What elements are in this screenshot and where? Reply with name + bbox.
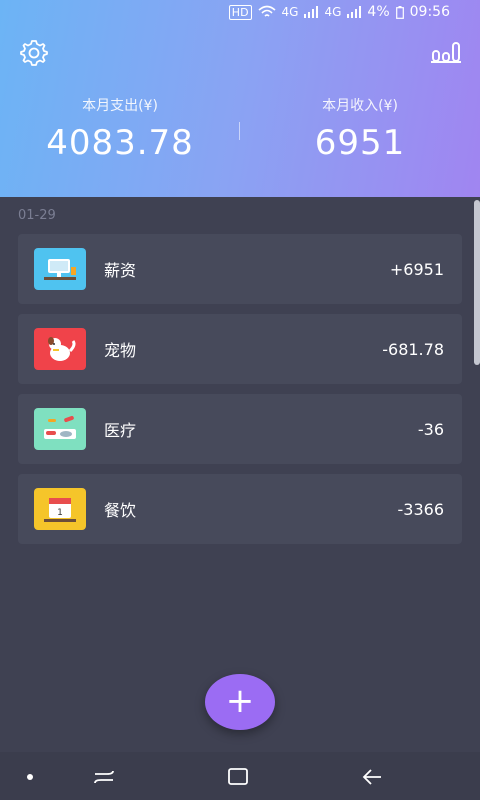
statistics-button[interactable] bbox=[430, 36, 462, 68]
item-amount: -3366 bbox=[397, 499, 445, 519]
expense-value: 4083.78 bbox=[46, 123, 194, 163]
clock: 09:56 bbox=[409, 4, 450, 20]
date-header: 01-29 bbox=[18, 208, 56, 223]
list-item[interactable]: 医疗 -36 bbox=[18, 394, 462, 464]
home-button[interactable] bbox=[226, 766, 250, 788]
home-icon bbox=[228, 768, 248, 785]
income-summary: 本月收入(¥) 6951 bbox=[240, 95, 480, 163]
status-bar: HD 4G 4G 4% 09:56 bbox=[0, 0, 480, 24]
expense-label: 本月支出(¥) bbox=[82, 98, 158, 114]
income-label: 本月收入(¥) bbox=[322, 98, 398, 114]
gear-icon bbox=[20, 40, 48, 66]
item-name: 宠物 bbox=[104, 341, 137, 360]
svg-text:1: 1 bbox=[57, 508, 63, 518]
pet-icon bbox=[34, 328, 86, 370]
transaction-list: 薪资 +6951 宠物 -681.78 医疗 -36 1 餐饮 -3366 bbox=[18, 234, 462, 554]
item-name: 薪资 bbox=[104, 261, 137, 280]
add-record-button[interactable]: + bbox=[205, 674, 275, 730]
list-item[interactable]: 薪资 +6951 bbox=[18, 234, 462, 304]
item-amount: -36 bbox=[417, 419, 444, 439]
bar-chart-icon bbox=[431, 42, 461, 63]
recent-apps-button[interactable] bbox=[92, 766, 116, 788]
item-name: 餐饮 bbox=[104, 501, 137, 520]
scrollbar[interactable] bbox=[474, 200, 480, 365]
system-nav-bar bbox=[0, 752, 480, 800]
signal-text-2: 4G bbox=[324, 5, 342, 19]
battery-icon bbox=[395, 5, 404, 19]
battery-percent: 4% bbox=[367, 4, 390, 20]
back-button[interactable] bbox=[360, 766, 384, 788]
hd-badge: HD bbox=[228, 4, 252, 20]
signal-icon-2 bbox=[347, 6, 362, 18]
item-amount: +6951 bbox=[389, 259, 444, 279]
dining-icon: 1 bbox=[34, 488, 86, 530]
settings-button[interactable] bbox=[18, 36, 50, 68]
list-item[interactable]: 1 餐饮 -3366 bbox=[18, 474, 462, 544]
header: HD 4G 4G 4% 09:56 本月支出(¥) 4083.78 本月收入(¥… bbox=[0, 0, 480, 197]
signal-text-1: 4G bbox=[281, 5, 299, 19]
signal-icon bbox=[304, 6, 319, 18]
wifi-icon bbox=[258, 5, 276, 17]
back-arrow-icon bbox=[362, 769, 381, 785]
medical-icon bbox=[34, 408, 86, 450]
dot-icon bbox=[27, 774, 33, 780]
list-item[interactable]: 宠物 -681.78 bbox=[18, 314, 462, 384]
expense-summary: 本月支出(¥) 4083.78 bbox=[0, 95, 240, 163]
recent-apps-icon bbox=[94, 770, 114, 784]
item-name: 医疗 bbox=[104, 421, 137, 440]
item-amount: -681.78 bbox=[382, 339, 444, 359]
salary-icon bbox=[34, 248, 86, 290]
income-value: 6951 bbox=[314, 123, 406, 163]
dot-button[interactable] bbox=[18, 766, 42, 788]
